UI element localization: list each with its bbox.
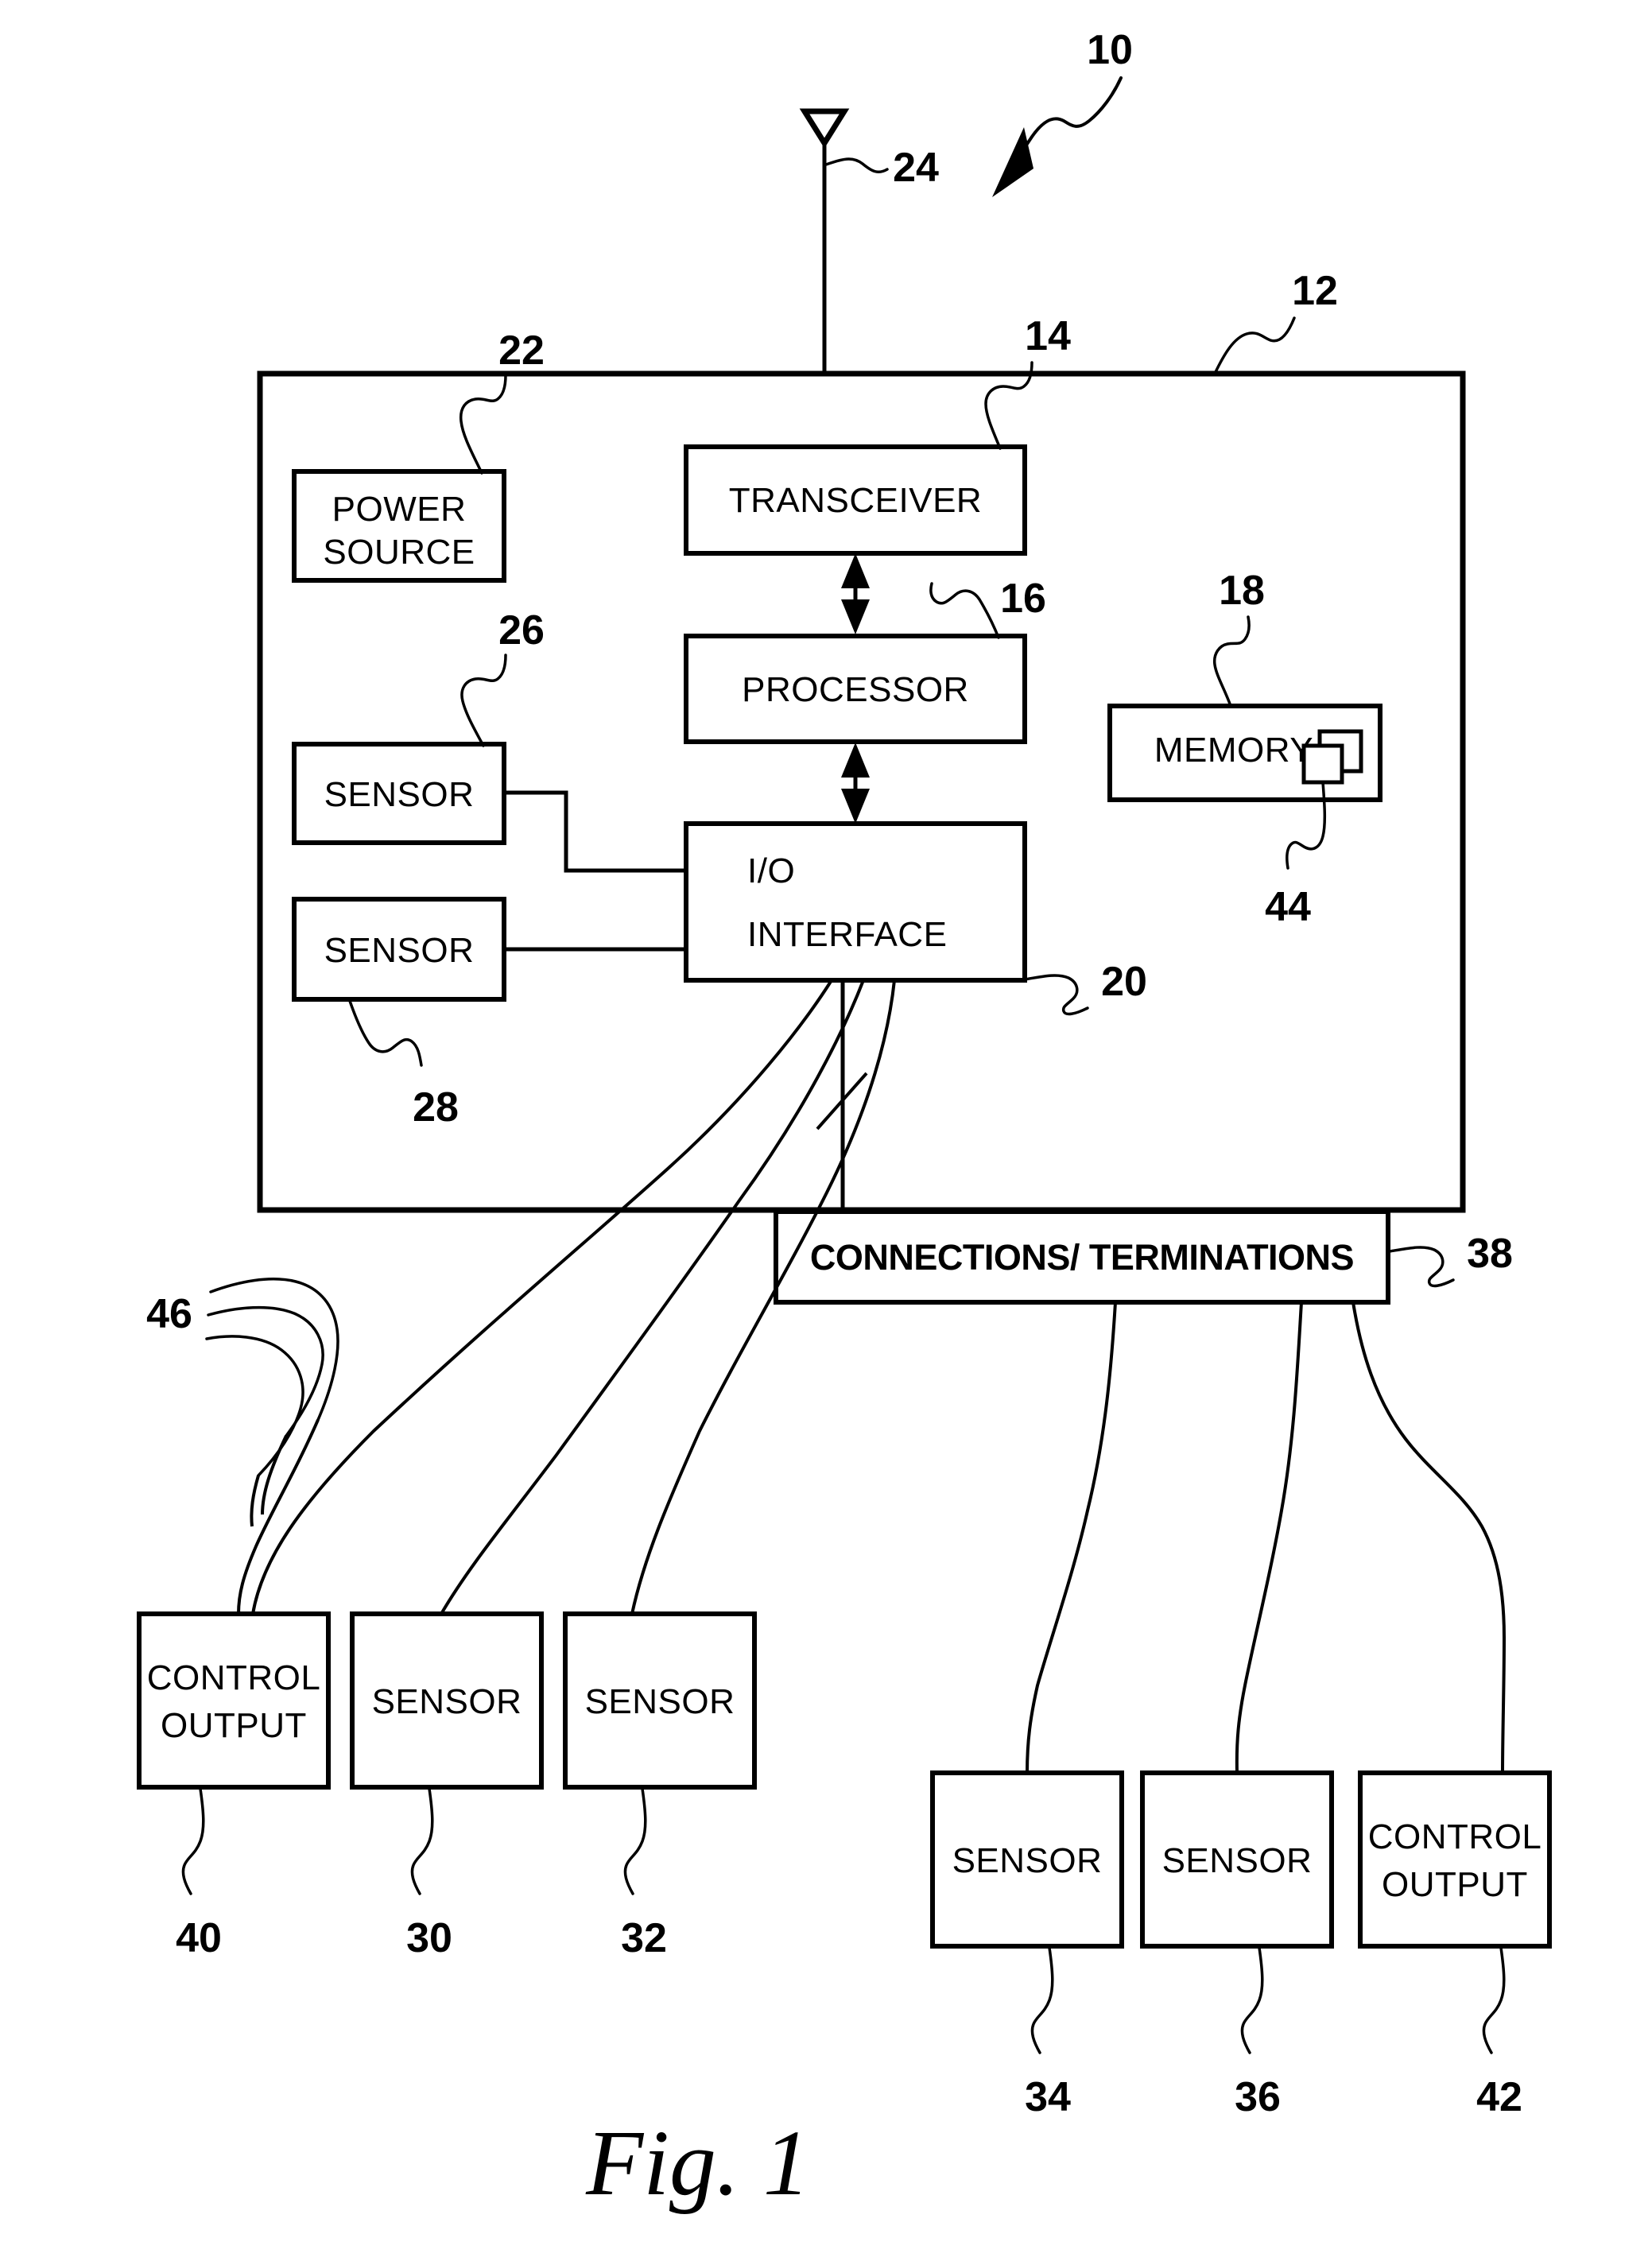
transceiver-processor-bus bbox=[841, 553, 870, 634]
processor-io-bus bbox=[841, 743, 870, 824]
io-interface-block[interactable] bbox=[684, 821, 1027, 983]
control-output-right-label-line2: OUTPUT bbox=[1382, 1865, 1528, 1904]
connections-wire-bundle bbox=[1026, 1301, 1507, 1774]
ref-18-leader bbox=[1212, 615, 1251, 708]
ref-20: 20 bbox=[1101, 959, 1147, 1005]
transceiver-label: TRANSCEIVER bbox=[729, 481, 982, 520]
control-output-left-label-line2: OUTPUT bbox=[161, 1706, 307, 1745]
ref-28: 28 bbox=[413, 1084, 459, 1130]
ref-22-leader bbox=[459, 374, 507, 475]
ref-16-leader bbox=[929, 582, 1000, 639]
ref-28-leader bbox=[348, 999, 423, 1067]
ref-26-leader bbox=[460, 653, 507, 747]
figure-caption: Fig. 1 bbox=[585, 2111, 810, 2215]
figure-1-block-diagram: 10 24 12 POWER SOURCE 22 TRANSCEIVER 14 … bbox=[137, 27, 1552, 2215]
ref-46-leaders bbox=[205, 1278, 339, 1477]
ref-18: 18 bbox=[1219, 568, 1265, 614]
power-source-label-line2: SOURCE bbox=[323, 533, 475, 572]
ref-40: 40 bbox=[176, 1915, 222, 1961]
ref-34: 34 bbox=[1025, 2074, 1071, 2120]
connections-terminations-label: CONNECTIONS/ TERMINATIONS bbox=[810, 1237, 1354, 1278]
sensor-internal-2-label: SENSOR bbox=[324, 931, 475, 970]
control-output-left-block[interactable] bbox=[137, 1611, 331, 1790]
ref-24-leader bbox=[824, 157, 889, 173]
system-ref-leader bbox=[992, 76, 1123, 197]
control-output-right-label-line1: CONTROL bbox=[1368, 1817, 1542, 1856]
ref-14: 14 bbox=[1025, 313, 1071, 359]
control-output-right-block[interactable] bbox=[1358, 1770, 1552, 1949]
io-connections-bus bbox=[816, 980, 868, 1212]
sensor-external-4-label: SENSOR bbox=[1162, 1841, 1313, 1880]
sensor-external-1-label: SENSOR bbox=[372, 1682, 522, 1721]
io-interface-label-line2: INTERFACE bbox=[747, 915, 947, 954]
ref-30-leader bbox=[410, 1787, 434, 1895]
ref-40-leader bbox=[181, 1787, 205, 1895]
ref-12-leader bbox=[1213, 316, 1296, 375]
ref-36: 36 bbox=[1235, 2074, 1281, 2120]
sensor-internal-1-label: SENSOR bbox=[324, 775, 475, 814]
ref-26: 26 bbox=[498, 607, 545, 653]
ref-20-leader bbox=[1023, 974, 1089, 1016]
sensor-external-3-label: SENSOR bbox=[952, 1841, 1103, 1880]
ref-34-leader bbox=[1030, 1946, 1054, 2054]
ref-42: 42 bbox=[1476, 2074, 1522, 2120]
antenna bbox=[799, 108, 850, 374]
ref-44: 44 bbox=[1265, 884, 1311, 930]
ref-36-leader bbox=[1240, 1946, 1264, 2054]
ref-46: 46 bbox=[146, 1291, 192, 1337]
processor-label: PROCESSOR bbox=[742, 670, 969, 709]
system-arrowhead bbox=[992, 127, 1033, 197]
control-output-left-label-line1: CONTROL bbox=[147, 1658, 321, 1697]
sensor-external-2-label: SENSOR bbox=[585, 1682, 735, 1721]
io-interface-label-line1: I/O bbox=[747, 851, 795, 890]
memory-label: MEMORY bbox=[1154, 731, 1313, 770]
ref-38: 38 bbox=[1467, 1231, 1513, 1277]
ref-30: 30 bbox=[406, 1915, 452, 1961]
sensor-26-io-wire bbox=[504, 790, 686, 873]
ref-16: 16 bbox=[1000, 576, 1046, 622]
ref-42-leader bbox=[1482, 1946, 1506, 2054]
patent-figure: 10 24 12 POWER SOURCE 22 TRANSCEIVER 14 … bbox=[0, 0, 1652, 2261]
power-source-label-line1: POWER bbox=[332, 490, 467, 529]
ref-12: 12 bbox=[1292, 268, 1338, 314]
ref-38-leader bbox=[1388, 1246, 1455, 1288]
ref-10: 10 bbox=[1087, 27, 1133, 73]
io-wire-bundle-lower bbox=[237, 1419, 320, 1615]
ref-32-leader bbox=[623, 1787, 647, 1895]
ref-24: 24 bbox=[893, 145, 939, 191]
ref-22: 22 bbox=[498, 328, 545, 374]
ref-32: 32 bbox=[621, 1915, 667, 1961]
